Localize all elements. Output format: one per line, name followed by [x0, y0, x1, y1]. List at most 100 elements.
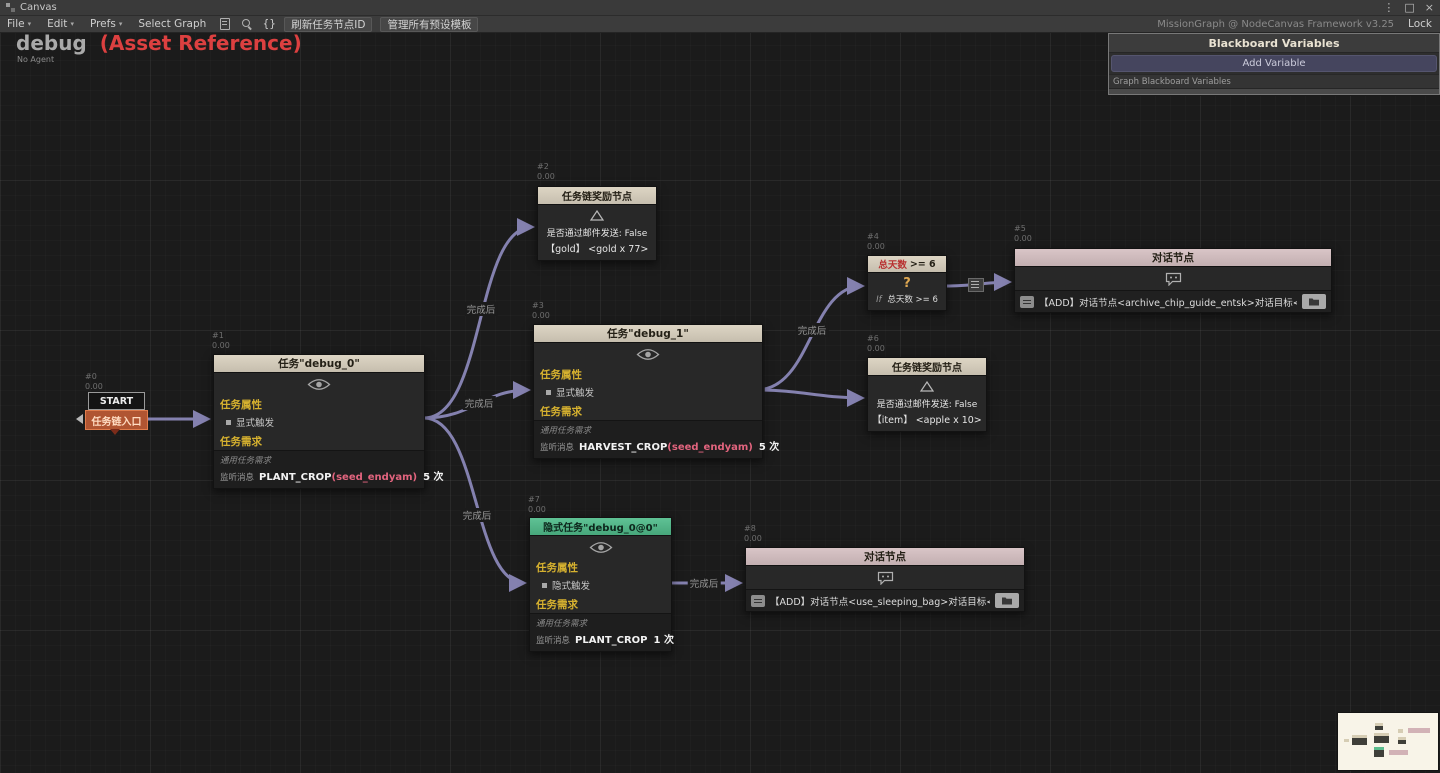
node-title: 任务链奖励节点 [892, 363, 962, 374]
node-id-6: #6 0.00 [867, 334, 885, 353]
mission-chain-entry-node[interactable]: 任务链入口 [85, 410, 148, 430]
reward-line: 【gold】 <gold x 77> [545, 244, 649, 255]
manage-preset-templates-button[interactable]: 管理所有预设模板 [380, 16, 479, 32]
close-icon[interactable]: × [1425, 1, 1434, 14]
task-node-debug-1[interactable]: 任务"debug_1" 任务属性 显式触发 任务需求 通用任务需求 监听消息 H… [533, 324, 779, 459]
blackboard-title: Blackboard Variables [1109, 34, 1439, 53]
node-header: 总天数 >= 6 [868, 256, 946, 273]
reward-node-gold[interactable]: 任务链奖励节点 是否通过邮件发送: False 【gold】 <gold x 7… [537, 186, 657, 261]
eye-icon [214, 373, 424, 395]
document-icon[interactable] [216, 18, 234, 31]
condition-variable: 总天数 [878, 260, 907, 271]
node-header: 任务"debug_0" [214, 355, 424, 373]
dialogue-action-row: 【ADD】对话节点<use_sleeping_bag>对话目标<abel> [746, 589, 1024, 611]
dialogue-node-sleeping-bag[interactable]: 对话节点 【ADD】对话节点<use_sleeping_bag>对话目标<abe… [745, 547, 1025, 612]
braces-icon[interactable]: {} [260, 18, 278, 31]
speech-bubble-icon [746, 566, 1024, 589]
select-graph-button[interactable]: Select Graph [131, 16, 213, 32]
if-label: If [876, 295, 882, 305]
node-header: 隐式任务"debug_0@0" [530, 518, 671, 536]
reward-line: 【item】 <apple x 10> [872, 415, 982, 426]
node-id-4: #4 0.00 [867, 232, 885, 251]
node-title: 任务"debug_1" [607, 328, 689, 340]
trigger-label: 显式触发 [236, 418, 275, 429]
condition-node-total-days[interactable]: 总天数 >= 6 ? If 总天数 >= 6 [867, 255, 947, 311]
message-count: 5 次 [423, 472, 444, 483]
output-port-arrow-icon [110, 429, 120, 435]
implicit-task-node-debug-0-0[interactable]: 隐式任务"debug_0@0" 任务属性 隐式触发 任务需求 通用任务需求 监听… [529, 517, 674, 652]
reward-node-item[interactable]: 任务链奖励节点 是否通过邮件发送: False 【item】 <apple x … [867, 357, 987, 432]
list-field-icon[interactable] [1020, 295, 1034, 308]
speech-bubble-icon [1015, 267, 1331, 290]
graph-name: debug [16, 31, 87, 55]
task-node-debug-0[interactable]: 任务"debug_0" 任务属性 显式触发 任务需求 通用任务需求 监听消息 P… [213, 354, 444, 489]
generic-requirement-label: 通用任务需求 [540, 426, 592, 436]
listen-message-row: 监听消息 HARVEST_CROP (seed_endyam) 5 次 [540, 438, 779, 453]
minimap-node [1389, 750, 1408, 755]
add-variable-button[interactable]: Add Variable [1111, 55, 1437, 72]
question-icon: ? [903, 276, 911, 291]
edge-label-done: 完成后 [795, 323, 829, 337]
minimap-node [1408, 728, 1430, 733]
section-task-requirements: 任务需求 [220, 436, 262, 448]
condition-operator: >= 6 [909, 258, 936, 270]
menu-edit[interactable]: Edit [40, 16, 81, 32]
trigger-label: 隐式触发 [552, 581, 591, 592]
list-field-icon[interactable] [751, 594, 765, 607]
start-node[interactable]: START [88, 392, 145, 410]
search-icon[interactable] [238, 18, 256, 31]
refresh-task-node-id-button[interactable]: 刷新任务节点ID [284, 16, 373, 32]
node-title: 任务链奖励节点 [562, 192, 632, 203]
bullet-icon [546, 389, 551, 395]
framework-label: MissionGraph @ NodeCanvas Framework v3.2… [1157, 18, 1395, 30]
folder-button[interactable] [995, 593, 1019, 608]
window-menu-icon[interactable]: ⋮ [1383, 1, 1394, 14]
minimap[interactable] [1337, 712, 1439, 771]
trigger-row: 显式触发 [214, 413, 424, 432]
node-id-8: #8 0.00 [744, 524, 762, 543]
blackboard-section-label: Graph Blackboard Variables [1109, 74, 1439, 88]
maximize-icon[interactable]: □ [1404, 1, 1414, 14]
node-header: 任务"debug_1" [534, 325, 762, 343]
message-name: PLANT_CROP [259, 472, 332, 483]
bullet-icon [226, 419, 231, 425]
message-param: (seed_endyam) [331, 472, 418, 483]
listen-message-row: 监听消息 PLANT_CROP (seed_endyam) 5 次 [220, 468, 444, 483]
list-connection-icon [968, 278, 984, 292]
trigger-row: 显式触发 [534, 383, 762, 402]
blackboard-panel: Blackboard Variables Add Variable Graph … [1108, 33, 1440, 95]
node-id-7: #7 0.00 [528, 495, 546, 514]
node-header: 对话节点 [1015, 249, 1331, 267]
dialogue-action-row: 【ADD】对话节点<archive_chip_guide_entsk>对话目标<… [1015, 290, 1331, 312]
message-name: HARVEST_CROP [579, 442, 668, 453]
node-id-3: #3 0.00 [532, 301, 550, 320]
minimap-node [1398, 729, 1403, 733]
folder-button[interactable] [1302, 294, 1326, 309]
bullet-icon [542, 582, 547, 588]
menu-file[interactable]: File [0, 16, 38, 32]
message-count: 5 次 [758, 442, 780, 453]
minimap-node [1344, 739, 1349, 742]
eye-icon [530, 536, 671, 558]
listen-label: 监听消息 [220, 473, 255, 483]
listen-message-row: 监听消息 PLANT_CROP 1 次 [536, 631, 674, 646]
lock-toggle[interactable]: Lock [1408, 18, 1432, 30]
node-header: 对话节点 [746, 548, 1024, 566]
dialogue-action-text: 【ADD】对话节点<use_sleeping_bag>对话目标<abel> [770, 596, 990, 608]
eye-icon [534, 343, 762, 365]
input-port-arrow-icon [76, 414, 83, 424]
dialogue-node-archive-chip[interactable]: 对话节点 【ADD】对话节点<archive_chip_guide_entsk>… [1014, 248, 1332, 313]
node-title: 对话节点 [864, 551, 906, 563]
condition-text: 总天数 >= 6 [887, 295, 938, 305]
mail-flag-line: 是否通过邮件发送: False [876, 400, 978, 410]
requirement-box: 通用任务需求 监听消息 PLANT_CROP 1 次 [530, 613, 674, 651]
graph-title: debug (Asset Reference) [16, 31, 302, 55]
condition-statement: If 总天数 >= 6 [868, 293, 946, 310]
listen-label: 监听消息 [540, 443, 575, 453]
node-id-2: #2 0.00 [537, 162, 555, 181]
mission-graph-canvas: 完成后 完成后 完成后 完成后 完成后 完成后 debug (Asset Ref… [0, 0, 1440, 773]
message-param: (seed_endyam) [667, 442, 753, 453]
menu-prefs[interactable]: Prefs [83, 16, 129, 32]
node-title: 对话节点 [1152, 252, 1194, 264]
edge-label-done: 完成后 [460, 508, 494, 522]
